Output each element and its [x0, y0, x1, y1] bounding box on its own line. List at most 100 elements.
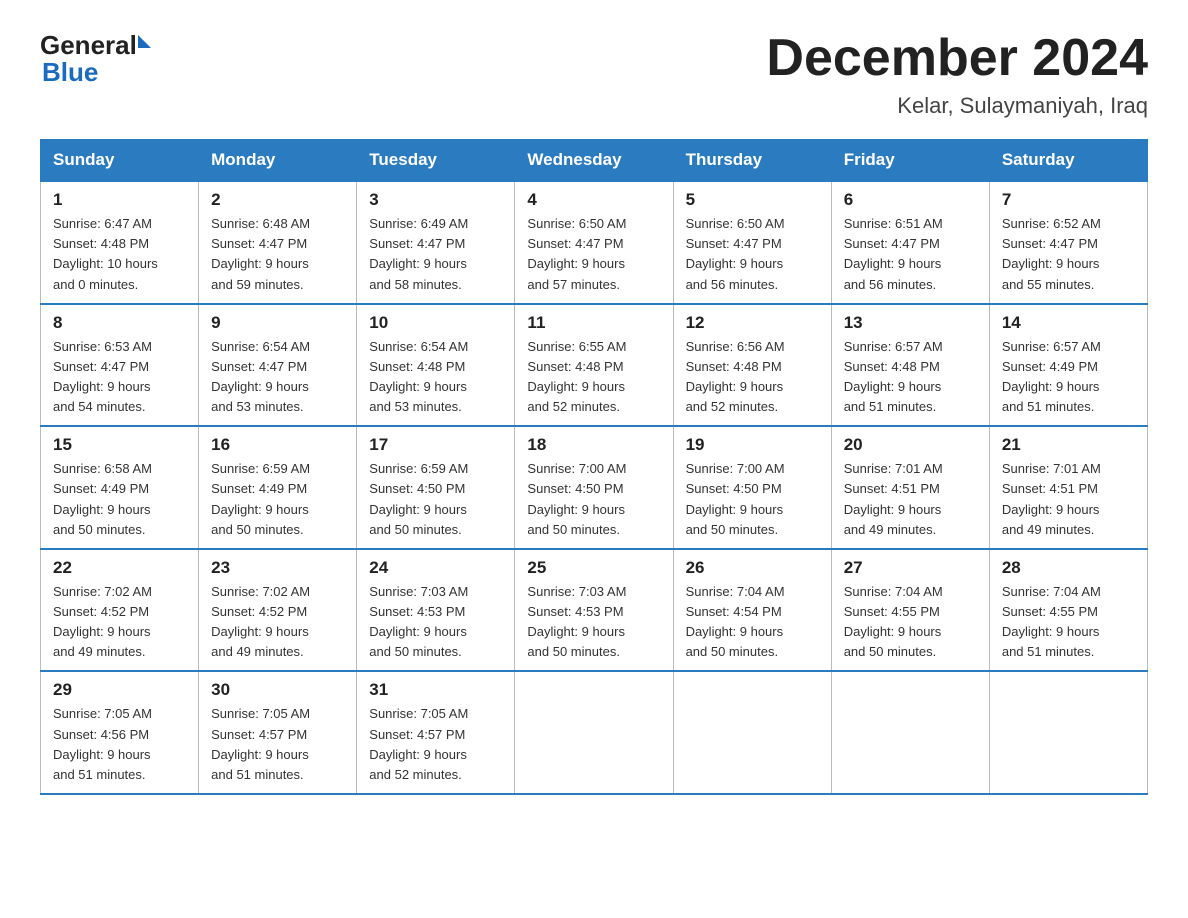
table-row: 9 Sunrise: 6:54 AMSunset: 4:47 PMDaylight…: [199, 304, 357, 427]
table-row: 4Sunrise: 6:50 AMSunset: 4:47 PMDaylight…: [515, 181, 673, 304]
table-row: 12Sunrise: 6:56 AMSunset: 4:48 PMDayligh…: [673, 304, 831, 427]
day-number: 25: [527, 558, 660, 578]
month-title: December 2024: [766, 30, 1148, 87]
header-wednesday: Wednesday: [515, 140, 673, 182]
day-info: Sunrise: 7:03 AMSunset: 4:53 PMDaylight:…: [527, 582, 660, 663]
calendar-week-row: 15 Sunrise: 6:58 AMSunset: 4:49 PMDayligh…: [41, 426, 1148, 549]
calendar-header-row: Sunday Monday Tuesday Wednesday Thursday…: [41, 140, 1148, 182]
day-number: 4: [527, 190, 660, 210]
day-info: Sunrise: 6:51 AMSunset: 4:47 PMDaylight:…: [844, 214, 977, 295]
title-block: December 2024 Kelar, Sulaymaniyah, Iraq: [766, 30, 1148, 119]
table-row: 10 Sunrise: 6:54 AMSunset: 4:48 PMDayligh…: [357, 304, 515, 427]
day-info: Sunrise: 6:58 AMSunset: 4:49 PMDaylight:…: [53, 459, 186, 540]
table-row: 11 Sunrise: 6:55 AMSunset: 4:48 PMDayligh…: [515, 304, 673, 427]
day-number: 26: [686, 558, 819, 578]
header-saturday: Saturday: [989, 140, 1147, 182]
table-row: 21 Sunrise: 7:01 AMSunset: 4:51 PMDayligh…: [989, 426, 1147, 549]
day-number: 11: [527, 313, 660, 333]
day-number: 29: [53, 680, 186, 700]
day-info: Sunrise: 7:01 AMSunset: 4:51 PMDaylight:…: [1002, 459, 1135, 540]
day-info: Sunrise: 6:55 AMSunset: 4:48 PMDaylight:…: [527, 337, 660, 418]
day-info: Sunrise: 7:00 AMSunset: 4:50 PMDaylight:…: [527, 459, 660, 540]
table-row: 14 Sunrise: 6:57 AMSunset: 4:49 PMDayligh…: [989, 304, 1147, 427]
day-info: Sunrise: 7:04 AMSunset: 4:54 PMDaylight:…: [686, 582, 819, 663]
table-row: 19 Sunrise: 7:00 AMSunset: 4:50 PMDayligh…: [673, 426, 831, 549]
day-number: 8: [53, 313, 186, 333]
day-number: 9: [211, 313, 344, 333]
day-number: 5: [686, 190, 819, 210]
day-number: 19: [686, 435, 819, 455]
day-number: 17: [369, 435, 502, 455]
table-row: 1 Sunrise: 6:47 AMSunset: 4:48 PMDaylight…: [41, 181, 199, 304]
day-info: Sunrise: 6:54 AMSunset: 4:47 PMDaylight:…: [211, 337, 344, 418]
table-row: 18 Sunrise: 7:00 AMSunset: 4:50 PMDayligh…: [515, 426, 673, 549]
table-row: [989, 671, 1147, 794]
calendar-week-row: 22Sunrise: 7:02 AMSunset: 4:52 PMDayligh…: [41, 549, 1148, 672]
day-info: Sunrise: 6:48 AMSunset: 4:47 PMDaylight:…: [211, 214, 344, 295]
day-number: 23: [211, 558, 344, 578]
logo: General Blue: [40, 30, 151, 88]
table-row: 17Sunrise: 6:59 AMSunset: 4:50 PMDayligh…: [357, 426, 515, 549]
day-number: 14: [1002, 313, 1135, 333]
day-number: 12: [686, 313, 819, 333]
table-row: 16Sunrise: 6:59 AMSunset: 4:49 PMDayligh…: [199, 426, 357, 549]
page-header: General Blue December 2024 Kelar, Sulaym…: [40, 30, 1148, 119]
day-number: 3: [369, 190, 502, 210]
day-info: Sunrise: 6:54 AMSunset: 4:48 PMDaylight:…: [369, 337, 502, 418]
location-subtitle: Kelar, Sulaymaniyah, Iraq: [766, 93, 1148, 119]
header-sunday: Sunday: [41, 140, 199, 182]
header-friday: Friday: [831, 140, 989, 182]
day-number: 7: [1002, 190, 1135, 210]
day-info: Sunrise: 6:53 AMSunset: 4:47 PMDaylight:…: [53, 337, 186, 418]
table-row: 29Sunrise: 7:05 AMSunset: 4:56 PMDayligh…: [41, 671, 199, 794]
day-number: 10: [369, 313, 502, 333]
table-row: [831, 671, 989, 794]
table-row: [673, 671, 831, 794]
table-row: 25 Sunrise: 7:03 AMSunset: 4:53 PMDayligh…: [515, 549, 673, 672]
day-info: Sunrise: 7:02 AMSunset: 4:52 PMDaylight:…: [211, 582, 344, 663]
day-info: Sunrise: 6:47 AMSunset: 4:48 PMDaylight:…: [53, 214, 186, 295]
table-row: 20 Sunrise: 7:01 AMSunset: 4:51 PMDayligh…: [831, 426, 989, 549]
day-number: 15: [53, 435, 186, 455]
day-number: 13: [844, 313, 977, 333]
day-number: 20: [844, 435, 977, 455]
day-number: 28: [1002, 558, 1135, 578]
table-row: 28 Sunrise: 7:04 AMSunset: 4:55 PMDayligh…: [989, 549, 1147, 672]
day-info: Sunrise: 7:04 AMSunset: 4:55 PMDaylight:…: [1002, 582, 1135, 663]
day-number: 2: [211, 190, 344, 210]
day-number: 21: [1002, 435, 1135, 455]
day-info: Sunrise: 7:05 AMSunset: 4:57 PMDaylight:…: [211, 704, 344, 785]
day-number: 16: [211, 435, 344, 455]
table-row: 31 Sunrise: 7:05 AMSunset: 4:57 PMDayligh…: [357, 671, 515, 794]
logo-blue-text: Blue: [42, 57, 98, 88]
table-row: 15 Sunrise: 6:58 AMSunset: 4:49 PMDayligh…: [41, 426, 199, 549]
calendar-week-row: 8 Sunrise: 6:53 AMSunset: 4:47 PMDaylight…: [41, 304, 1148, 427]
header-monday: Monday: [199, 140, 357, 182]
day-info: Sunrise: 6:50 AMSunset: 4:47 PMDaylight:…: [686, 214, 819, 295]
header-tuesday: Tuesday: [357, 140, 515, 182]
calendar-week-row: 29Sunrise: 7:05 AMSunset: 4:56 PMDayligh…: [41, 671, 1148, 794]
day-number: 24: [369, 558, 502, 578]
calendar-week-row: 1 Sunrise: 6:47 AMSunset: 4:48 PMDaylight…: [41, 181, 1148, 304]
day-info: Sunrise: 6:52 AMSunset: 4:47 PMDaylight:…: [1002, 214, 1135, 295]
day-info: Sunrise: 7:01 AMSunset: 4:51 PMDaylight:…: [844, 459, 977, 540]
day-info: Sunrise: 7:00 AMSunset: 4:50 PMDaylight:…: [686, 459, 819, 540]
logo-triangle-icon: [138, 35, 151, 48]
day-number: 27: [844, 558, 977, 578]
day-number: 30: [211, 680, 344, 700]
day-info: Sunrise: 6:57 AMSunset: 4:48 PMDaylight:…: [844, 337, 977, 418]
table-row: 30 Sunrise: 7:05 AMSunset: 4:57 PMDayligh…: [199, 671, 357, 794]
day-number: 18: [527, 435, 660, 455]
day-info: Sunrise: 7:02 AMSunset: 4:52 PMDaylight:…: [53, 582, 186, 663]
table-row: 22Sunrise: 7:02 AMSunset: 4:52 PMDayligh…: [41, 549, 199, 672]
table-row: 24Sunrise: 7:03 AMSunset: 4:53 PMDayligh…: [357, 549, 515, 672]
day-info: Sunrise: 6:57 AMSunset: 4:49 PMDaylight:…: [1002, 337, 1135, 418]
table-row: 5 Sunrise: 6:50 AMSunset: 4:47 PMDaylight…: [673, 181, 831, 304]
day-number: 1: [53, 190, 186, 210]
day-info: Sunrise: 7:04 AMSunset: 4:55 PMDaylight:…: [844, 582, 977, 663]
day-number: 31: [369, 680, 502, 700]
day-info: Sunrise: 7:05 AMSunset: 4:57 PMDaylight:…: [369, 704, 502, 785]
table-row: 6Sunrise: 6:51 AMSunset: 4:47 PMDaylight…: [831, 181, 989, 304]
table-row: 3Sunrise: 6:49 AMSunset: 4:47 PMDaylight…: [357, 181, 515, 304]
table-row: 7 Sunrise: 6:52 AMSunset: 4:47 PMDaylight…: [989, 181, 1147, 304]
